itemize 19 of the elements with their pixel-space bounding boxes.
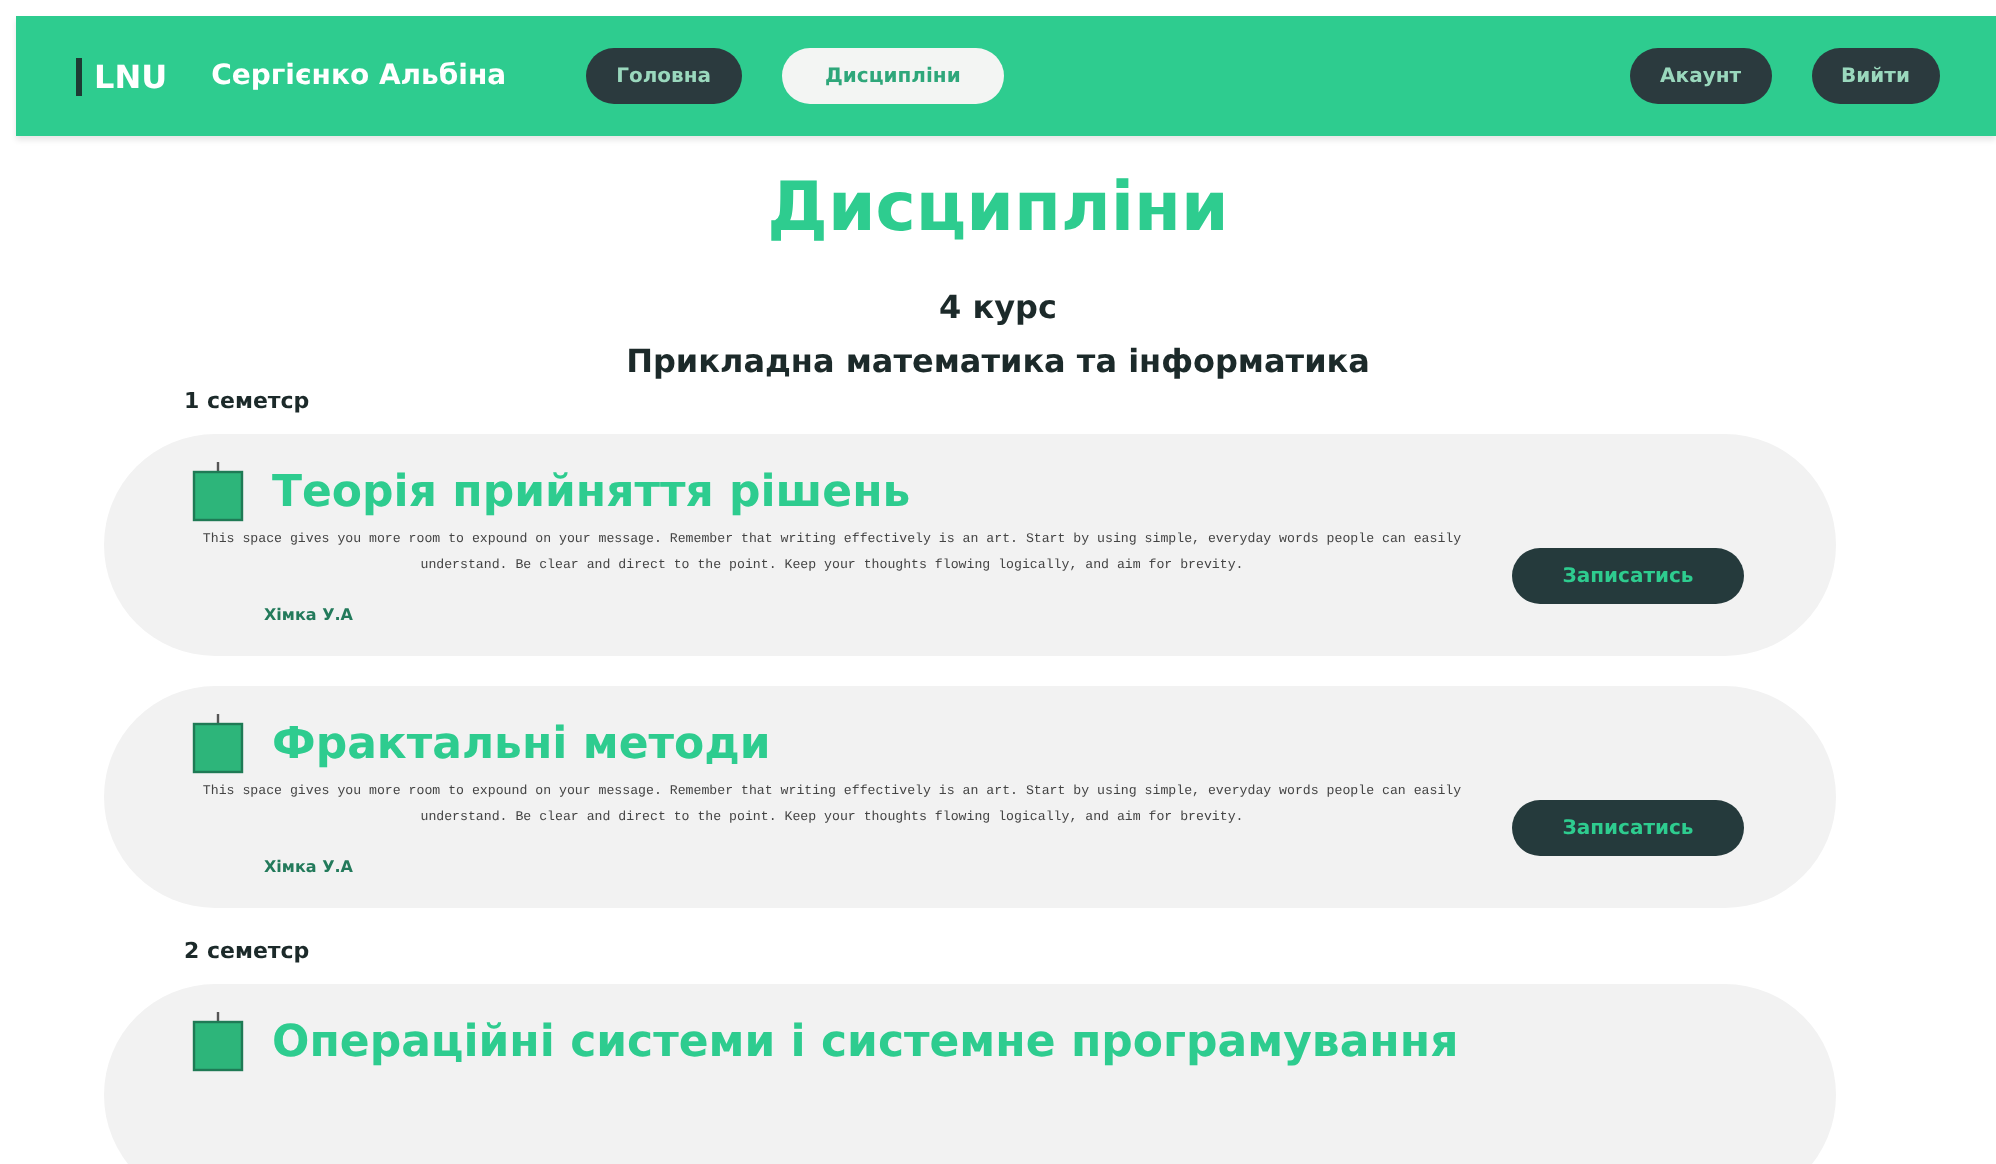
- page-title: Дисципліни: [765, 168, 1231, 248]
- nav-tab[interactable]: Головна: [586, 48, 742, 104]
- course-label: 4 курс: [937, 288, 1059, 326]
- nav-button[interactable]: Вийти: [1811, 48, 1940, 104]
- discipline-title: Теорія прийняття рішень: [272, 467, 911, 517]
- discipline-title: Фрактальні методи: [272, 719, 771, 769]
- nav-button[interactable]: Акаунт: [1630, 48, 1772, 104]
- box-icon: [192, 462, 244, 522]
- semester-label: 2 семетср: [184, 938, 312, 964]
- teacher-name: Хімка У.А: [264, 858, 353, 876]
- user-name: Сергієнко Альбіна: [211, 60, 507, 92]
- enroll-button[interactable]: Записатись: [1512, 800, 1744, 856]
- discipline-title: Операційні системи і системне програмування: [272, 1017, 1459, 1067]
- semester-label: 1 семетср: [184, 388, 312, 414]
- box-icon: [192, 1012, 244, 1072]
- teacher-name: Хімка У.А: [264, 606, 353, 624]
- enroll-button[interactable]: Записатись: [1512, 548, 1744, 604]
- box-icon: [192, 714, 244, 774]
- specialty-title: Прикладна математика та інформатика: [624, 342, 1372, 380]
